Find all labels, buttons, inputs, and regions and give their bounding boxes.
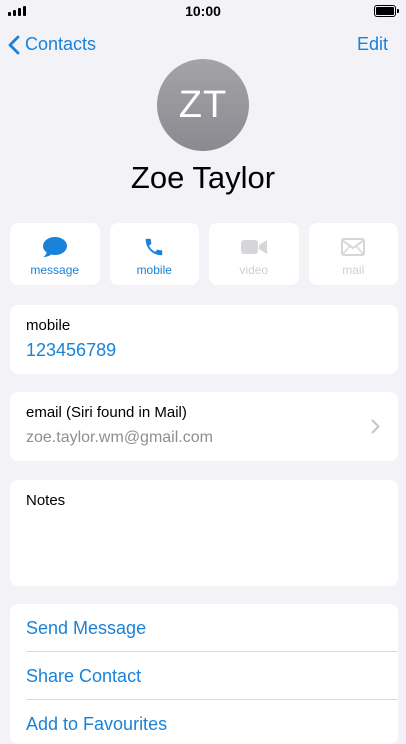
chevron-right-icon [371, 419, 380, 434]
back-button-label: Contacts [25, 34, 97, 54]
message-bubble-icon [42, 237, 67, 257]
video-action-label: video [239, 263, 269, 277]
phone-icon [146, 238, 163, 256]
quick-actions: message mobile video mail [10, 223, 398, 285]
email-label: email (Siri found in Mail) [26, 404, 187, 421]
send-message-link[interactable]: Send Message [26, 618, 146, 639]
nav-bar: Contacts Edit [0, 30, 406, 62]
envelope-icon [341, 238, 366, 256]
mobile-number-link[interactable]: 123456789 [26, 340, 116, 361]
avatar: ZT [157, 59, 249, 151]
contact-name: Zoe Taylor [130, 160, 276, 195]
status-time: 10:00 [185, 3, 221, 19]
mobile-action-label: mobile [136, 263, 172, 277]
email-address: zoe.taylor.wm@gmail.com [26, 429, 213, 446]
chevron-left-icon [8, 35, 20, 54]
divider [26, 699, 398, 700]
video-action-button[interactable]: video [209, 223, 299, 285]
back-button[interactable]: Contacts [8, 34, 96, 55]
add-to-favourites-link[interactable]: Add to Favourites [26, 714, 167, 735]
email-row[interactable]: email (Siri found in Mail) zoe.taylor.wm… [10, 392, 398, 461]
contact-links-list: Send Message Share Contact Add to Favour… [10, 604, 398, 744]
mail-action-button[interactable]: mail [308, 223, 398, 285]
avatar-initials: ZT [178, 83, 228, 126]
message-action-button[interactable]: message [10, 223, 100, 285]
mobile-label: mobile [26, 317, 71, 334]
mobile-action-button[interactable]: mobile [109, 223, 199, 285]
notes-field[interactable]: Notes [10, 480, 398, 586]
share-contact-link[interactable]: Share Contact [26, 666, 141, 687]
message-action-label: message [30, 263, 80, 277]
edit-button[interactable]: Edit [357, 34, 388, 55]
divider [26, 651, 398, 652]
status-bar: 10:00 [0, 0, 406, 24]
notes-label: Notes [26, 492, 66, 509]
video-camera-icon [240, 240, 267, 254]
mail-action-label: mail [342, 263, 365, 277]
mobile-number-card: mobile 123456789 [10, 305, 398, 374]
battery-icon [374, 5, 399, 17]
